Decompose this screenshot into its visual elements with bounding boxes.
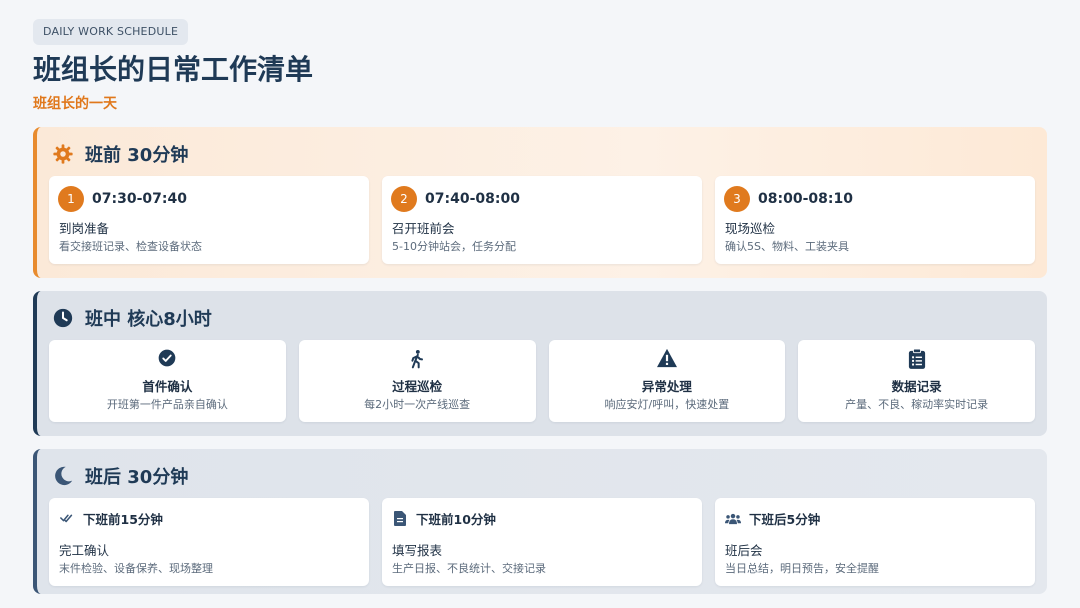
- page-title: 班组长的日常工作清单: [33, 53, 314, 86]
- closing-card-title: 完工确认: [59, 543, 110, 558]
- closing-card-title: 填写报表: [392, 543, 443, 558]
- step-description: 确认5S、物料、工装夹具: [725, 240, 849, 253]
- closing-card-description: 末件检验、设备保养、现场整理: [59, 562, 213, 575]
- closing-card-time: 下班前15分钟: [83, 511, 163, 527]
- section-header: 班后 30分钟: [51, 463, 188, 489]
- page-subtitle: 班组长的一天: [33, 96, 117, 112]
- section-after-shift: 班后 30分钟 下班前15分钟 完工确认 末件检验、设备保养、现场整理 下班前1…: [33, 449, 1047, 594]
- document-icon: [392, 510, 408, 526]
- task-title: 异常处理: [641, 379, 692, 394]
- task-card: 过程巡检 每2小时一次产线巡查: [298, 340, 536, 422]
- task-title: 过程巡检: [392, 379, 443, 394]
- task-card: 数据记录 产量、不良、稼动率实时记录: [798, 340, 1035, 422]
- closing-card-header: 下班前15分钟: [59, 508, 163, 528]
- closing-card-time: 下班后5分钟: [749, 511, 821, 527]
- step-title: 召开班前会: [392, 221, 455, 236]
- task-title: 数据记录: [891, 379, 942, 394]
- section-header: 班前 30分钟: [51, 141, 188, 167]
- section-before-shift: 班前 30分钟 1 07:30-07:40 到岗准备 看交接班记录、检查设备状态…: [33, 127, 1047, 278]
- section-title: 班后 30分钟: [85, 467, 189, 488]
- step-time: 08:00-08:10: [758, 191, 853, 207]
- task-card: 异常处理 响应安灯/呼叫，快速处置: [548, 340, 786, 422]
- header-tag: DAILY WORK SCHEDULE: [33, 19, 189, 45]
- step-time: 07:30-07:40: [92, 191, 187, 207]
- task-description: 每2小时一次产线巡查: [364, 398, 471, 411]
- step-title: 到岗准备: [59, 221, 110, 236]
- task-description: 产量、不良、稼动率实时记录: [845, 398, 989, 411]
- closing-card-header: 下班前10分钟: [392, 508, 496, 528]
- section-during-shift: 班中 核心8小时 首件确认 开班第一件产品亲自确认 过程巡检 每2小时一次产线巡…: [33, 291, 1047, 436]
- clock-icon: [51, 306, 75, 330]
- section-title: 班前 30分钟: [85, 145, 189, 166]
- step-description: 5-10分钟站会，任务分配: [392, 240, 516, 253]
- closing-card-title: 班后会: [725, 543, 763, 558]
- closing-card-time: 下班前10分钟: [416, 511, 496, 527]
- group-icon: [725, 510, 741, 526]
- gear-icon: [51, 142, 75, 166]
- task-card: 首件确认 开班第一件产品亲自确认: [49, 340, 286, 422]
- closing-card-header: 下班后5分钟: [725, 508, 820, 528]
- step-number-badge: 3: [724, 186, 750, 212]
- step-card: 2 07:40-08:00 召开班前会 5-10分钟站会，任务分配: [382, 176, 702, 264]
- section-title: 班中 核心8小时: [85, 309, 212, 330]
- step-card: 3 08:00-08:10 现场巡检 确认5S、物料、工装夹具: [715, 176, 1035, 264]
- warning-icon: [549, 348, 786, 370]
- closing-card-description: 生产日报、不良统计、交接记录: [392, 562, 546, 575]
- section-header: 班中 核心8小时: [51, 305, 212, 331]
- check-circle-icon: [49, 348, 286, 370]
- step-time: 07:40-08:00: [425, 191, 520, 207]
- step-card: 1 07:30-07:40 到岗准备 看交接班记录、检查设备状态: [49, 176, 369, 264]
- double-check-icon: [59, 510, 75, 526]
- step-title: 现场巡检: [725, 221, 776, 236]
- closing-card-description: 当日总结，明日预告，安全提醒: [725, 562, 879, 575]
- walking-icon: [299, 348, 536, 370]
- clipboard-icon: [798, 348, 1035, 370]
- closing-card: 下班前10分钟 填写报表 生产日报、不良统计、交接记录: [382, 498, 702, 586]
- step-number-badge: 2: [391, 186, 417, 212]
- step-description: 看交接班记录、检查设备状态: [59, 240, 202, 253]
- task-description: 开班第一件产品亲自确认: [106, 398, 228, 411]
- closing-card: 下班后5分钟 班后会 当日总结，明日预告，安全提醒: [715, 498, 1035, 586]
- task-description: 响应安灯/呼叫，快速处置: [604, 398, 730, 411]
- step-number-badge: 1: [58, 186, 84, 212]
- closing-card: 下班前15分钟 完工确认 末件检验、设备保养、现场整理: [49, 498, 369, 586]
- task-title: 首件确认: [142, 379, 193, 394]
- moon-icon: [51, 464, 75, 488]
